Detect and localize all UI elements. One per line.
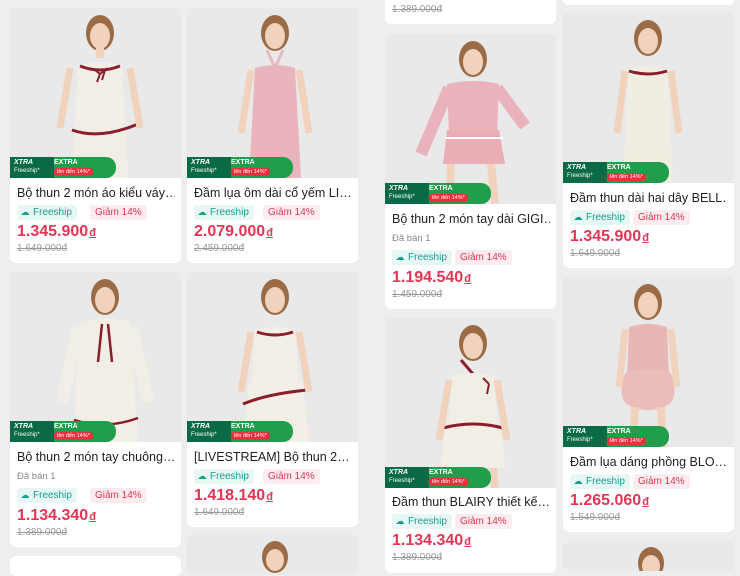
product-image[interactable]: EXTRA lên đến 14%* XTRA Freeship* [385, 318, 556, 488]
product-image[interactable]: EXTRA lên đến 14%* XTRA Freeship* [187, 8, 358, 178]
product-card-partial[interactable] [10, 556, 181, 576]
product-name[interactable]: Đầm lụa ôm dài cổ yếm LI… [194, 186, 352, 200]
original-price: 1.389.000đ [392, 552, 443, 563]
product-price: 1.265.060đ [570, 492, 649, 509]
product-name[interactable]: Đầm thun BLAIRY thiết kế… [392, 495, 550, 509]
discount-tag: Giảm 14% [263, 205, 320, 220]
product-card[interactable]: EXTRA lên đến 14%* XTRA Freeship* Đầm lụa … [563, 277, 734, 532]
model-photo [10, 8, 181, 178]
model-photo [10, 272, 181, 442]
product-card[interactable]: EXTRA lên đến 14%* XTRA Freeship* [LIVESTR… [187, 272, 358, 527]
freeship-tag: ☁ Freeship [570, 210, 630, 225]
model-photo [563, 13, 734, 183]
model-photo [385, 34, 556, 204]
discount-tag: Giảm 14% [455, 514, 512, 529]
discount-tag: Giảm 14% [633, 210, 690, 225]
product-card[interactable]: EXTRA lên đến 14%* XTRA Freeship* Bộ thun … [10, 272, 181, 547]
original-price: 2.459.000đ [194, 243, 245, 254]
freeship-tag: ☁ Freeship [570, 474, 630, 489]
xtra-freeship-badge: EXTRA lên đến 14%* XTRA Freeship* [385, 467, 491, 488]
truck-icon: ☁ [20, 207, 30, 217]
product-price: 1.134.340đ [392, 532, 471, 549]
product-price: 1.345.900đ [570, 228, 649, 245]
product-price: 1.418.140đ [194, 487, 273, 504]
xtra-freeship-badge: EXTRA lên đến 14%* XTRA Freeship* [10, 157, 116, 178]
product-name[interactable]: Bộ thun 2 món tay dài GIGI… [392, 212, 550, 226]
product-card[interactable]: EXTRA lên đến 14%* XTRA Freeship* Đầm lụa … [187, 8, 358, 263]
product-name[interactable]: Bộ thun 2 món áo kiểu váy… [17, 186, 175, 200]
truck-icon: ☁ [197, 471, 207, 481]
freeship-tag: ☁ Freeship [17, 205, 77, 220]
truck-icon: ☁ [573, 212, 583, 222]
product-image[interactable]: EXTRA lên đến 14%* XTRA Freeship* [563, 13, 734, 183]
model-photo [563, 541, 734, 571]
model-photo [385, 318, 556, 488]
product-card[interactable]: EXTRA lên đến 14%* XTRA Freeship* Đầm thun… [563, 13, 734, 268]
original-price: 1.389.000đ [392, 4, 443, 15]
product-price: 1.345.900đ [17, 223, 96, 240]
original-price: 1.649.000đ [17, 243, 68, 254]
xtra-freeship-badge: EXTRA lên đến 14%* XTRA Freeship* [187, 421, 293, 442]
xtra-freeship-badge: EXTRA lên đến 14%* XTRA Freeship* [10, 421, 116, 442]
discount-tag: Giảm 14% [633, 474, 690, 489]
product-image[interactable]: EXTRA lên đến 14%* XTRA Freeship* [10, 272, 181, 442]
product-card[interactable]: EXTRA lên đến 14%* XTRA Freeship* Bộ thun … [10, 8, 181, 263]
truck-icon: ☁ [395, 252, 405, 262]
product-image[interactable]: EXTRA lên đến 14%* XTRA Freeship* [563, 277, 734, 447]
original-price: 1.649.000đ [194, 507, 245, 518]
product-image[interactable]: EXTRA lên đến 14%* XTRA Freeship* [385, 34, 556, 204]
product-price: 1.194.540đ [392, 269, 471, 286]
xtra-freeship-badge: EXTRA lên đến 14%* XTRA Freeship* [385, 183, 491, 204]
original-price: 1.459.000đ [392, 289, 443, 300]
product-price: 1.134.340đ [17, 507, 96, 524]
product-card-partial[interactable] [187, 535, 358, 575]
original-price: 1.649.000đ [570, 248, 621, 259]
product-name[interactable]: [LIVESTREAM] Bộ thun 2… [194, 450, 352, 464]
xtra-freeship-badge: EXTRA lên đến 14%* XTRA Freeship* [187, 157, 293, 178]
product-name[interactable]: Đầm lụa dáng phồng BLO… [570, 455, 728, 469]
freeship-tag: ☁ Freeship [194, 469, 254, 484]
truck-icon: ☁ [395, 516, 405, 526]
xtra-freeship-badge: EXTRA lên đến 14%* XTRA Freeship* [563, 162, 669, 183]
discount-tag: Giảm 14% [455, 250, 512, 265]
model-photo [187, 272, 358, 442]
product-card-partial[interactable] [563, 0, 734, 5]
original-price: 1.549.000đ [570, 512, 621, 523]
product-card[interactable]: EXTRA lên đến 14%* XTRA Freeship* Bộ thun … [385, 34, 556, 309]
freeship-tag: ☁ Freeship [392, 250, 452, 265]
truck-icon: ☁ [573, 476, 583, 486]
product-name[interactable]: Bộ thun 2 món tay chuông… [17, 450, 175, 464]
sold-count: Đã bán 1 [17, 471, 56, 482]
freeship-tag: ☁ Freeship [17, 488, 77, 503]
xtra-freeship-badge: EXTRA lên đến 14%* XTRA Freeship* [563, 426, 669, 447]
truck-icon: ☁ [20, 490, 30, 500]
product-image[interactable]: EXTRA lên đến 14%* XTRA Freeship* [187, 272, 358, 442]
freeship-tag: ☁ Freeship [392, 514, 452, 529]
truck-icon: ☁ [197, 207, 207, 217]
discount-tag: Giảm 14% [263, 469, 320, 484]
product-card-partial[interactable] [563, 541, 734, 571]
freeship-tag: ☁ Freeship [194, 205, 254, 220]
product-image[interactable]: EXTRA lên đến 14%* XTRA Freeship* [10, 8, 181, 178]
product-card-partial[interactable]: 1.389.000đ [385, 0, 556, 24]
model-photo [187, 535, 358, 575]
discount-tag: Giảm 14% [90, 488, 147, 503]
original-price: 1.389.000đ [17, 527, 68, 538]
sold-count: Đã bán 1 [392, 233, 431, 244]
model-photo [187, 8, 358, 178]
product-name[interactable]: Đầm thun dài hai dây BELL… [570, 191, 728, 205]
product-card[interactable]: EXTRA lên đến 14%* XTRA Freeship* Đầm thun… [385, 318, 556, 573]
discount-tag: Giảm 14% [90, 205, 147, 220]
product-price: 2.079.000đ [194, 223, 273, 240]
model-photo [563, 277, 734, 447]
